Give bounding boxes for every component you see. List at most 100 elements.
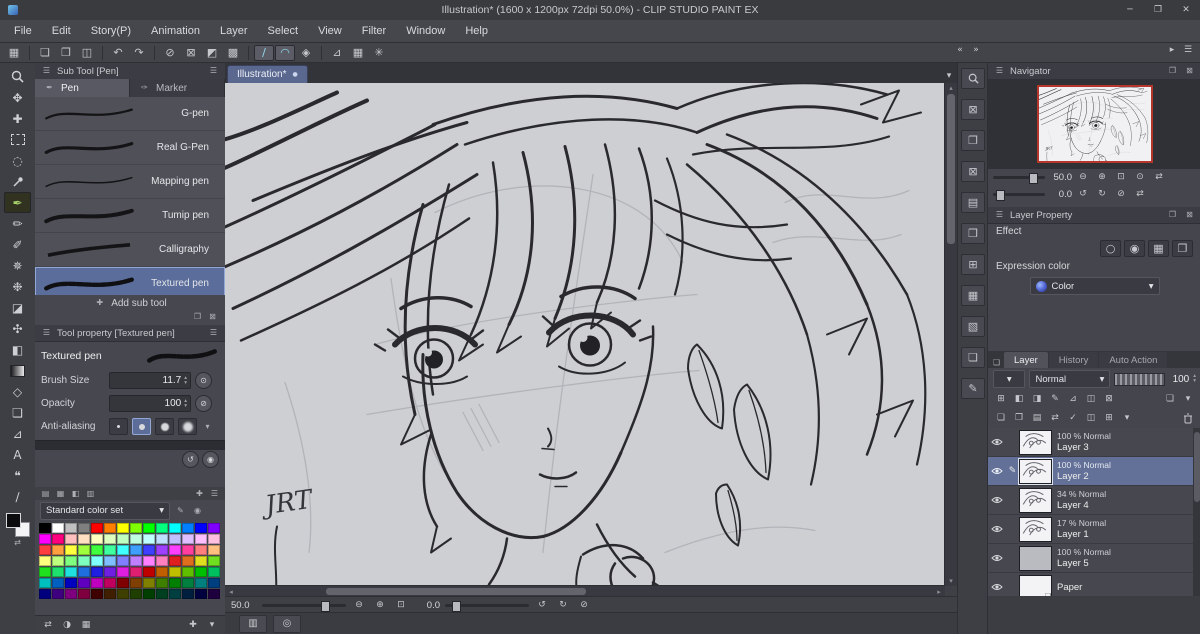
grid-view-icon[interactable]: ▦ (78, 619, 94, 632)
edit-panel-icon[interactable]: ✎ (961, 378, 985, 399)
tab-layer[interactable]: Layer (1004, 352, 1048, 368)
color-swatch[interactable] (182, 567, 194, 577)
tab-history[interactable]: History (1048, 352, 1099, 368)
deselect-button[interactable]: ⊠ (181, 45, 201, 61)
color-swatch[interactable] (208, 523, 220, 533)
layer-thumbnail[interactable] (1019, 545, 1052, 571)
symmetry-button[interactable]: ✳ (369, 45, 389, 61)
color-swatch[interactable] (78, 545, 90, 555)
scroll-left-icon[interactable]: ◂ (226, 588, 236, 596)
layer-opacity-stepper[interactable]: ▴ ▾ (1193, 373, 1196, 384)
wrench-icon[interactable]: ☰ (40, 328, 53, 339)
color-swatch[interactable] (52, 589, 64, 599)
subtool-panel-menu-icon[interactable]: ☰ (207, 66, 220, 77)
color-swatch[interactable] (182, 545, 194, 555)
nav-rotate-right-button[interactable]: ↻ (1094, 188, 1110, 201)
duplicate-subtool-icon[interactable]: ❐ (191, 311, 204, 322)
snap-to-ruler-button[interactable]: ∕ (254, 44, 274, 61)
nav-reset-button[interactable]: ⊘ (1113, 188, 1129, 201)
color-swatch[interactable] (130, 578, 142, 588)
color-set-tab-icon[interactable]: ◧ (69, 488, 82, 499)
canvas[interactable] (225, 83, 945, 586)
color-swatch[interactable] (156, 567, 168, 577)
lock-colorset-icon[interactable]: ◉ (191, 505, 204, 516)
zoom-out-button[interactable]: ⊖ (351, 599, 367, 612)
main-color-chip[interactable] (5, 513, 21, 528)
color-swatch[interactable] (208, 567, 220, 577)
material-list-panel-icon[interactable]: ▤ (961, 192, 985, 213)
color-swatch[interactable] (117, 523, 129, 533)
undo-button[interactable]: ↶ (108, 45, 128, 61)
colorset-dropdown[interactable]: Standard color set ▾ (40, 501, 170, 520)
color-swatch[interactable] (208, 589, 220, 599)
tab-marker[interactable]: ✑ Marker (130, 79, 225, 97)
menu-item-animation[interactable]: Animation (141, 20, 210, 42)
color-swatch[interactable] (104, 534, 116, 544)
visibility-eye-icon[interactable] (988, 467, 1006, 475)
toolprop-menu-icon[interactable]: ☰ (207, 328, 220, 339)
expression-color-dropdown[interactable]: Color ▾ (1029, 277, 1160, 295)
menu-item-edit[interactable]: Edit (42, 20, 81, 42)
swap-colors-icon[interactable]: ⇄ (40, 619, 56, 632)
brush-item[interactable]: G-pen (35, 97, 225, 131)
palette-option-dropdown[interactable]: ▾ (993, 370, 1026, 388)
color-swatch[interactable] (156, 589, 168, 599)
add-colorset-icon[interactable]: ✚ (193, 488, 206, 499)
menu-item-file[interactable]: File (4, 20, 42, 42)
scroll-down-icon[interactable]: ▾ (946, 577, 956, 585)
color-swatch[interactable] (117, 545, 129, 555)
snap-to-curve-button[interactable]: ◠ (275, 44, 295, 61)
open-file-button[interactable]: ❐ (56, 45, 76, 61)
all-sides-view-button[interactable]: ▥ (239, 614, 267, 633)
swap-color-icon[interactable]: ⇄ (11, 537, 24, 548)
color-swatch[interactable] (104, 589, 116, 599)
color-swatch[interactable] (182, 523, 194, 533)
collapse-right-icon[interactable]: » (968, 44, 984, 57)
register-tool-button[interactable]: ◉ (202, 450, 219, 468)
frame-border-tool[interactable]: ❏ (4, 402, 31, 423)
more-actions-icon[interactable]: ▾ (1119, 412, 1135, 425)
vertical-scrollbar[interactable]: ▴ ▾ (944, 83, 957, 586)
decoration-tool[interactable]: ❉ (4, 276, 31, 297)
toolbar-menu-icon[interactable]: ☰ (1180, 44, 1196, 57)
balloon-tool[interactable]: ❝ (4, 465, 31, 486)
color-swatch[interactable] (143, 556, 155, 566)
brush-item[interactable]: Real G-Pen (35, 131, 225, 165)
toolprop-scroll-divider[interactable] (35, 440, 225, 450)
nav-zoom-out-button[interactable]: ⊖ (1075, 171, 1091, 184)
scroll-right-icon[interactable]: ▸ (934, 588, 944, 596)
layer-thumbnail[interactable] (1019, 516, 1052, 542)
material-manga-panel-icon[interactable]: ⊠ (961, 161, 985, 182)
pen-tool[interactable]: ✒ (4, 192, 31, 213)
color-swatch[interactable] (52, 556, 64, 566)
menu-item-filter[interactable]: Filter (352, 20, 396, 42)
menu-item-layer[interactable]: Layer (210, 20, 258, 42)
color-swatch[interactable] (195, 589, 207, 599)
color-swatch[interactable] (91, 545, 103, 555)
color-swatch[interactable] (39, 556, 51, 566)
tab-auto-action[interactable]: Auto Action (1099, 352, 1168, 368)
color-swatch[interactable] (169, 589, 181, 599)
color-swatch[interactable] (91, 567, 103, 577)
brush-item[interactable]: Calligraphy (35, 233, 225, 267)
brush-size-input[interactable]: 11.7 ▴ ▾ (109, 372, 191, 389)
color-swatch[interactable] (156, 556, 168, 566)
color-swatch[interactable] (182, 578, 194, 588)
tab-pen[interactable]: ✒ Pen (35, 79, 130, 97)
clip-layer-icon[interactable]: ⊠ (1101, 393, 1117, 406)
pencil-tool[interactable]: ✏ (4, 213, 31, 234)
layer-row-selected[interactable]: ✎ 100 % Normal Layer 2 (988, 457, 1200, 486)
draft-layer-icon[interactable]: ✎ (1047, 393, 1063, 406)
tone-effect-button[interactable]: ◉ (1124, 239, 1145, 257)
opacity-dynamics-button[interactable]: ⊘ (195, 395, 212, 412)
color-swatch[interactable] (195, 567, 207, 577)
color-swatch[interactable] (91, 556, 103, 566)
rotate-right-button[interactable]: ↻ (555, 599, 571, 612)
color-swatch[interactable] (117, 556, 129, 566)
brush-tool[interactable]: ✐ (4, 234, 31, 255)
minimize-button[interactable]: ─ (1116, 1, 1144, 19)
ruler-tool[interactable]: ⊿ (4, 423, 31, 444)
eyedropper-tool[interactable] (4, 171, 31, 192)
lock-transparent-icon[interactable]: ◧ (1011, 393, 1027, 406)
layer-mask-icon[interactable]: ◫ (1083, 412, 1099, 425)
